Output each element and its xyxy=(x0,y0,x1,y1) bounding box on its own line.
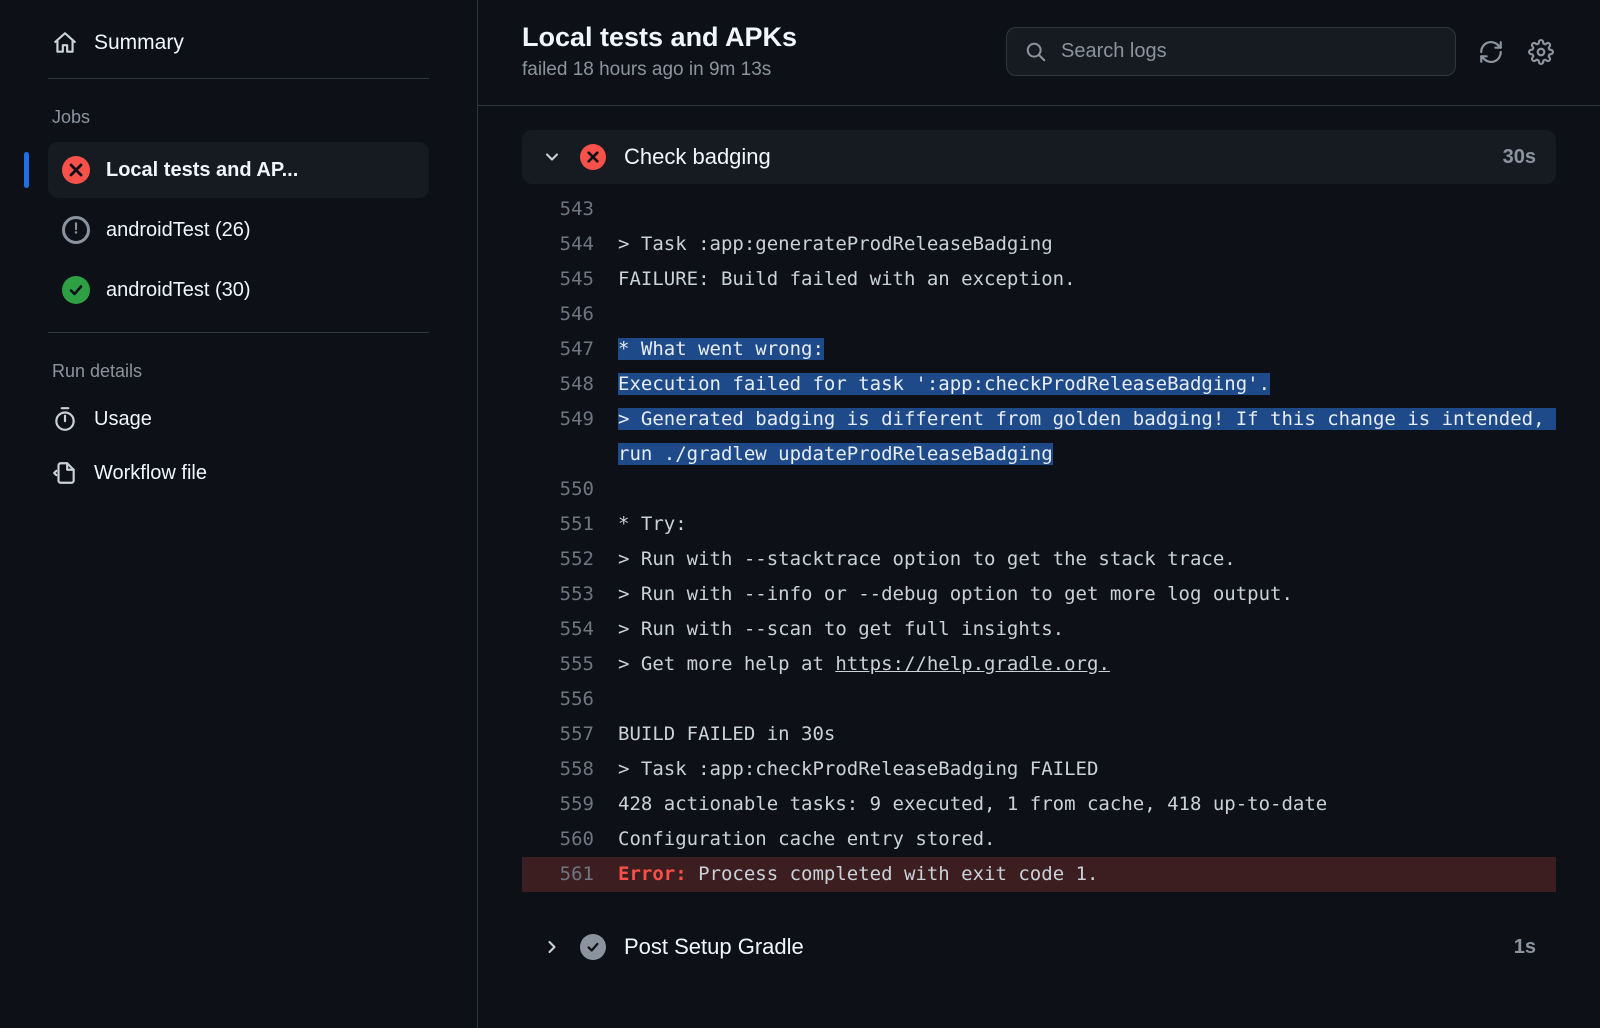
log-line: 549> Generated badging is different from… xyxy=(522,402,1556,472)
line-number: 543 xyxy=(522,192,618,227)
line-text: Error: Process completed with exit code … xyxy=(618,857,1556,892)
page-title: Local tests and APKs xyxy=(522,22,797,53)
line-text: BUILD FAILED in 30s xyxy=(618,717,1556,752)
log-line: 557BUILD FAILED in 30s xyxy=(522,717,1556,752)
line-number: 549 xyxy=(522,402,618,437)
line-number: 554 xyxy=(522,612,618,647)
line-number: 545 xyxy=(522,262,618,297)
job-label: androidTest (30) xyxy=(106,279,251,302)
line-number: 556 xyxy=(522,682,618,717)
line-number: 558 xyxy=(522,752,618,787)
job-item-androidtest-30[interactable]: androidTest (30) xyxy=(48,262,429,318)
log-line: 551* Try: xyxy=(522,507,1556,542)
log-line: 554> Run with --scan to get full insight… xyxy=(522,612,1556,647)
alert-circle-icon xyxy=(62,216,90,244)
sidebar-summary-label: Summary xyxy=(94,31,184,55)
log-line: 560Configuration cache entry stored. xyxy=(522,822,1556,857)
check-circle-icon xyxy=(580,934,606,960)
line-number: 561 xyxy=(522,857,618,892)
job-label: Local tests and AP... xyxy=(106,159,298,182)
check-circle-icon xyxy=(62,276,90,304)
log-line: 556 xyxy=(522,682,1556,717)
x-circle-icon xyxy=(580,144,606,170)
log-line: 545FAILURE: Build failed with an excepti… xyxy=(522,262,1556,297)
line-number: 560 xyxy=(522,822,618,857)
jobs-header: Jobs xyxy=(48,79,429,138)
log-line: 555> Get more help at https://help.gradl… xyxy=(522,647,1556,682)
job-item-local-tests[interactable]: Local tests and AP... xyxy=(48,142,429,198)
log-output[interactable]: 543544> Task :app:generateProdReleaseBad… xyxy=(522,184,1556,904)
step-name: Post Setup Gradle xyxy=(624,934,1496,960)
line-text: Execution failed for task ':app:checkPro… xyxy=(618,367,1556,402)
stopwatch-icon xyxy=(52,406,78,432)
line-number: 551 xyxy=(522,507,618,542)
line-number: 544 xyxy=(522,227,618,262)
step-duration: 30s xyxy=(1503,146,1536,169)
line-number: 559 xyxy=(522,787,618,822)
step-name: Check badging xyxy=(624,144,1485,170)
main-panel: Local tests and APKs failed 18 hours ago… xyxy=(478,0,1600,1028)
step-duration: 1s xyxy=(1514,936,1536,959)
settings-button[interactable] xyxy=(1526,37,1556,67)
line-number: 550 xyxy=(522,472,618,507)
line-text: > Run with --scan to get full insights. xyxy=(618,612,1556,647)
line-text: * Try: xyxy=(618,507,1556,542)
line-text: Configuration cache entry stored. xyxy=(618,822,1556,857)
job-item-androidtest-26[interactable]: androidTest (26) xyxy=(48,202,429,258)
log-line: 558> Task :app:checkProdReleaseBadging F… xyxy=(522,752,1556,787)
refresh-button[interactable] xyxy=(1476,37,1506,67)
step-header-post-setup-gradle[interactable]: Post Setup Gradle 1s xyxy=(522,904,1556,974)
line-number: 557 xyxy=(522,717,618,752)
line-number: 552 xyxy=(522,542,618,577)
log-line: 550 xyxy=(522,472,1556,507)
chevron-down-icon xyxy=(542,147,562,167)
run-details-header: Run details xyxy=(48,333,429,392)
file-code-icon xyxy=(52,460,78,486)
help-link[interactable]: https://help.gradle.org. xyxy=(835,653,1110,675)
log-line: 547* What went wrong: xyxy=(522,332,1556,367)
page-subtitle: failed 18 hours ago in 9m 13s xyxy=(522,59,797,81)
run-detail-label: Usage xyxy=(94,408,152,431)
job-label: androidTest (26) xyxy=(106,219,251,242)
log-line: 548Execution failed for task ':app:check… xyxy=(522,367,1556,402)
line-text: > Run with --stacktrace option to get th… xyxy=(618,542,1556,577)
line-text: > Task :app:generateProdReleaseBadging xyxy=(618,227,1556,262)
line-text: > Task :app:checkProdReleaseBadging FAIL… xyxy=(618,752,1556,787)
run-detail-label: Workflow file xyxy=(94,462,207,485)
line-number: 547 xyxy=(522,332,618,367)
line-number: 546 xyxy=(522,297,618,332)
line-text: > Run with --info or --debug option to g… xyxy=(618,577,1556,612)
line-text: FAILURE: Build failed with an exception. xyxy=(618,262,1556,297)
sidebar-summary[interactable]: Summary xyxy=(48,20,429,78)
line-number: 548 xyxy=(522,367,618,402)
x-circle-icon xyxy=(62,156,90,184)
search-input[interactable] xyxy=(1061,40,1437,63)
search-icon xyxy=(1025,41,1047,63)
line-number: 555 xyxy=(522,647,618,682)
header: Local tests and APKs failed 18 hours ago… xyxy=(478,0,1600,106)
sidebar: Summary Jobs Local tests and AP... andro… xyxy=(0,0,478,1028)
log-line: 543 xyxy=(522,192,1556,227)
header-titles: Local tests and APKs failed 18 hours ago… xyxy=(522,22,797,81)
log-line: 561Error: Process completed with exit co… xyxy=(522,857,1556,892)
search-box[interactable] xyxy=(1006,27,1456,76)
home-icon xyxy=(52,30,78,56)
log-line: 546 xyxy=(522,297,1556,332)
line-text: > Generated badging is different from go… xyxy=(618,402,1556,472)
log-line: 552> Run with --stacktrace option to get… xyxy=(522,542,1556,577)
line-text: > Get more help at https://help.gradle.o… xyxy=(618,647,1556,682)
run-detail-workflow-file[interactable]: Workflow file xyxy=(48,446,429,500)
step-header-check-badging[interactable]: Check badging 30s xyxy=(522,130,1556,184)
run-detail-usage[interactable]: Usage xyxy=(48,392,429,446)
log-line: 553> Run with --info or --debug option t… xyxy=(522,577,1556,612)
line-text: * What went wrong: xyxy=(618,332,1556,367)
log-line: 544> Task :app:generateProdReleaseBadgin… xyxy=(522,227,1556,262)
line-text: 428 actionable tasks: 9 executed, 1 from… xyxy=(618,787,1556,822)
chevron-right-icon xyxy=(542,937,562,957)
content: Check badging 30s 543544> Task :app:gene… xyxy=(478,106,1600,1028)
line-number: 553 xyxy=(522,577,618,612)
log-line: 559428 actionable tasks: 9 executed, 1 f… xyxy=(522,787,1556,822)
